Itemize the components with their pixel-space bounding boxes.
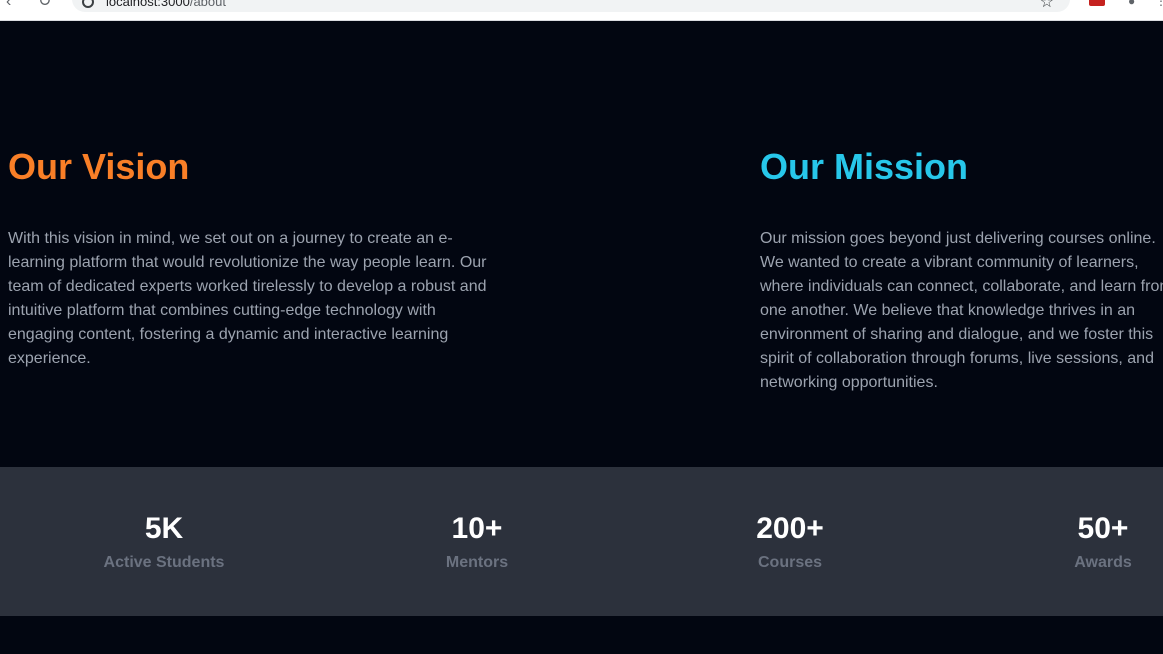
address-bar[interactable]: localhost:3000/about ☆ (72, 0, 1070, 12)
url-path: /about (189, 0, 226, 9)
vision-text: With this vision in mind, we set out on … (8, 230, 487, 367)
mission-title: Our Mission (760, 146, 969, 187)
stat-value: 50+ (1077, 512, 1129, 545)
vision-title: Our Vision (8, 146, 190, 187)
extension-icon[interactable] (1089, 0, 1105, 6)
extensions-puzzle-icon[interactable]: ● (1128, 0, 1135, 8)
browser-toolbar: ‹ ↻ localhost:3000/about ☆ ● ⋮ (0, 0, 1163, 21)
stat-label: Active Students (103, 554, 225, 571)
stat-courses: 200+ Courses (680, 511, 900, 573)
stat-value: 200+ (756, 512, 824, 545)
url-text[interactable]: localhost:3000/about (106, 0, 226, 9)
vision-mission-section: Our Vision With this vision in mind, we … (0, 21, 1163, 467)
stat-awards: 50+ Awards (993, 511, 1163, 573)
mission-text: Our mission goes beyond just delivering … (760, 230, 1163, 391)
stats-bar: 5K Active Students 10+ Mentors 200+ Cour… (0, 467, 1163, 616)
stat-value: 5K (144, 512, 184, 545)
footer-strip (0, 616, 1163, 654)
back-icon[interactable]: ‹ (6, 0, 11, 10)
reload-icon[interactable]: ↻ (38, 0, 51, 10)
url-host: localhost:3000 (106, 0, 190, 9)
stat-label: Mentors (445, 554, 509, 571)
stat-active-students: 5K Active Students (54, 511, 274, 573)
stat-label: Courses (757, 554, 823, 571)
menu-icon[interactable]: ⋮ (1155, 0, 1163, 8)
bookmark-star-icon[interactable]: ☆ (1040, 0, 1054, 12)
stat-label: Awards (1074, 554, 1132, 571)
stat-mentors: 10+ Mentors (367, 511, 587, 573)
site-info-icon[interactable] (82, 0, 94, 8)
stat-value: 10+ (451, 512, 503, 545)
